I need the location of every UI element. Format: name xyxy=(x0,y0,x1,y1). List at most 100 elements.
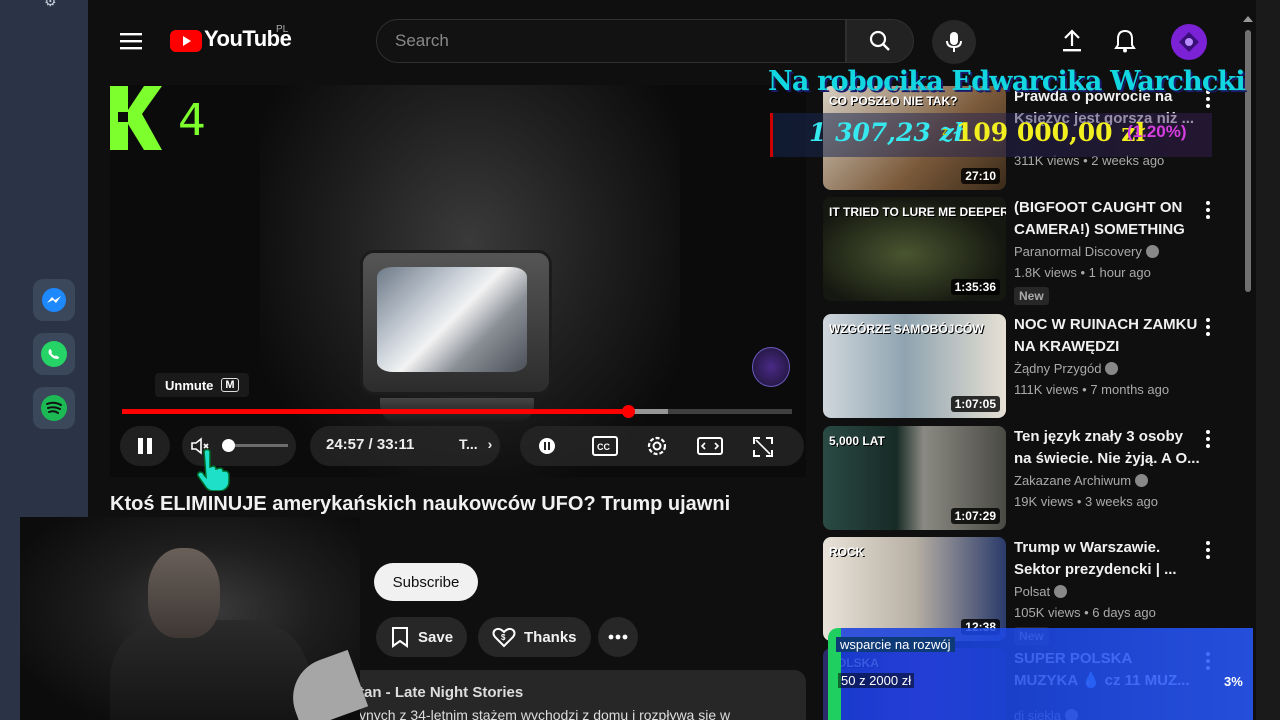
support-amount: 50 z 2000 zł xyxy=(838,673,915,688)
new-badge: New xyxy=(1014,287,1049,305)
verified-icon xyxy=(1054,585,1068,598)
recommendation-item[interactable]: ROCK 12:38 Trump w Warszawie. Sektor prezy… xyxy=(823,537,1223,645)
recommendation-meta: 105K views • 6 days ago xyxy=(1014,605,1156,620)
video-duration: 27:10 xyxy=(961,168,1000,184)
support-label: wsparcie na rozwój xyxy=(836,637,955,652)
tv-image xyxy=(360,250,552,395)
chevron-right-icon: › xyxy=(487,436,493,452)
stream-goal-title: Na robocika Edwarcika Warchcki xyxy=(768,66,1246,97)
thumbnail-caption: WZGÓRZE SAMOBÓJCÓW xyxy=(829,322,984,336)
unmute-tooltip: Unmute M xyxy=(155,373,249,397)
save-label: Save xyxy=(418,628,454,646)
upload-icon[interactable] xyxy=(1060,29,1084,53)
subscribe-button[interactable]: Subscribe xyxy=(374,563,478,601)
webcam-person-body xyxy=(110,620,310,720)
voice-search-button[interactable] xyxy=(932,20,976,64)
screen: ⚙ YouTube PL Search 4 Unmute M 24:57 / 3… xyxy=(0,0,1280,720)
recommendation-thumbnail[interactable]: ROCK 12:38 xyxy=(823,537,1006,641)
youtube-logo-icon[interactable] xyxy=(170,29,202,53)
messenger-icon[interactable] xyxy=(33,279,75,321)
whatsapp-icon[interactable] xyxy=(33,333,75,375)
recommendation-item[interactable]: WZGÓRZE SAMOBÓJCÓW 1:07:05 NOC W RUINACH Z… xyxy=(823,314,1223,418)
svg-text:CC: CC xyxy=(597,442,610,452)
more-actions-button[interactable] xyxy=(598,617,638,657)
video-title: Ktoś ELIMINUJE amerykańskich naukowców U… xyxy=(110,493,731,515)
fullscreen-icon[interactable] xyxy=(750,434,776,460)
recommendation-thumbnail[interactable]: 5,000 LAT 1:07:29 xyxy=(823,426,1006,530)
right-edge xyxy=(1256,0,1280,720)
thanks-icon: $ xyxy=(492,627,516,648)
theater-icon[interactable] xyxy=(696,434,724,458)
svg-text:$: $ xyxy=(501,633,506,642)
recommendation-channel[interactable]: Żądny Przygód xyxy=(1014,361,1119,376)
search-icon xyxy=(869,30,890,51)
tooltip-key: M xyxy=(221,378,239,392)
save-button[interactable]: Save xyxy=(376,617,468,657)
verified-icon xyxy=(1105,362,1119,375)
menu-icon[interactable] xyxy=(119,29,143,53)
scrollbar-thumb[interactable] xyxy=(1245,30,1251,292)
time-display: 24:57 / 33:11 xyxy=(326,436,415,453)
verified-icon xyxy=(1145,245,1159,258)
recommendation-meta: 111K views • 7 months ago xyxy=(1014,382,1170,397)
thumbnail-caption: 5,000 LAT xyxy=(829,434,885,448)
progress-scrubber[interactable] xyxy=(622,405,635,418)
recommendation-item[interactable]: IT TRIED TO LURE ME DEEPER! 1:35:36 (BIGFO… xyxy=(823,197,1223,305)
miniplayer-icon[interactable] xyxy=(537,436,557,456)
more-icon xyxy=(608,634,628,640)
support-percent: 3% xyxy=(1224,674,1243,689)
volume-slider[interactable] xyxy=(228,444,288,447)
avatar[interactable] xyxy=(1171,24,1207,60)
bell-icon[interactable] xyxy=(1113,29,1137,53)
thumbnail-caption: IT TRIED TO LURE ME DEEPER! xyxy=(829,205,1006,219)
chapter-label[interactable]: T... › xyxy=(459,436,492,452)
thumbnail-caption: ROCK xyxy=(829,545,865,559)
channel-name: Paranormal Discovery xyxy=(1014,244,1142,259)
cursor-hand-icon xyxy=(192,446,232,492)
recommendation-meta: 1.8K views • 1 hour ago xyxy=(1014,265,1151,280)
thanks-button[interactable]: $ Thanks xyxy=(478,617,591,657)
recommendation-thumbnail[interactable]: IT TRIED TO LURE ME DEEPER! 1:35:36 xyxy=(823,197,1006,301)
recommendation-title[interactable]: Ten język znały 3 osoby na świecie. Nie … xyxy=(1014,426,1200,470)
search-placeholder: Search xyxy=(395,31,449,50)
recommendation-item[interactable]: 5,000 LAT 1:07:29 Ten język znały 3 osoby … xyxy=(823,426,1223,530)
goal-percent: (1.20%) xyxy=(1127,122,1187,141)
search-input[interactable]: Search xyxy=(376,19,846,63)
video-duration: 1:35:36 xyxy=(950,279,1000,295)
recommendation-title[interactable]: (BIGFOOT CAUGHT ON CAMERA!) SOMETHING ..… xyxy=(1014,197,1200,241)
watermark-badge xyxy=(752,347,790,387)
spotify-icon[interactable] xyxy=(33,387,75,429)
recommendation-title[interactable]: NOC W RUINACH ZAMKU NA KRAWĘDZI URWISKA.… xyxy=(1014,314,1200,358)
goal-current-amount: 1 307,23 zł xyxy=(809,118,964,147)
recommendation-thumbnail[interactable]: WZGÓRZE SAMOBÓJCÓW 1:07:05 xyxy=(823,314,1006,418)
channel-name: Żądny Przygód xyxy=(1014,361,1102,376)
goal-target-amount: 109 000,00 zł xyxy=(956,118,1146,147)
search-button[interactable] xyxy=(846,19,914,63)
settings-icon[interactable] xyxy=(644,433,670,459)
more-options-icon[interactable] xyxy=(1205,318,1211,338)
video-duration: 1:07:29 xyxy=(950,508,1000,524)
recommendation-meta: 19K views • 3 weeks ago xyxy=(1014,494,1159,509)
scroll-up-icon[interactable] xyxy=(1243,16,1253,22)
more-options-icon[interactable] xyxy=(1205,201,1211,221)
recommendation-channel[interactable]: Paranormal Discovery xyxy=(1014,244,1159,259)
verified-icon xyxy=(1135,474,1149,487)
video-duration: 1:07:05 xyxy=(950,396,1000,412)
captions-icon[interactable]: CC xyxy=(592,434,618,458)
save-icon xyxy=(392,627,408,648)
country-code: PL xyxy=(276,24,289,35)
more-options-icon[interactable] xyxy=(1205,430,1211,450)
recommendation-channel[interactable]: Polsat xyxy=(1014,584,1068,599)
progress-played xyxy=(122,409,628,414)
mic-icon xyxy=(946,32,962,52)
description-text: ynych z 34-letnim stażem wychodzi z domu… xyxy=(359,707,731,720)
pause-button[interactable] xyxy=(120,426,170,466)
pause-icon xyxy=(138,438,152,454)
recommendation-channel[interactable]: Zakazane Archiwum xyxy=(1014,473,1149,488)
recommendation-title[interactable]: Trump w Warszawie. Sektor prezydencki | … xyxy=(1014,537,1200,581)
channel-logo-number: 4 xyxy=(178,95,206,146)
more-options-icon[interactable] xyxy=(1205,541,1211,561)
dock-top-icon: ⚙ xyxy=(44,0,57,10)
thanks-label: Thanks xyxy=(524,628,577,646)
chapter-text: T... xyxy=(459,436,478,452)
